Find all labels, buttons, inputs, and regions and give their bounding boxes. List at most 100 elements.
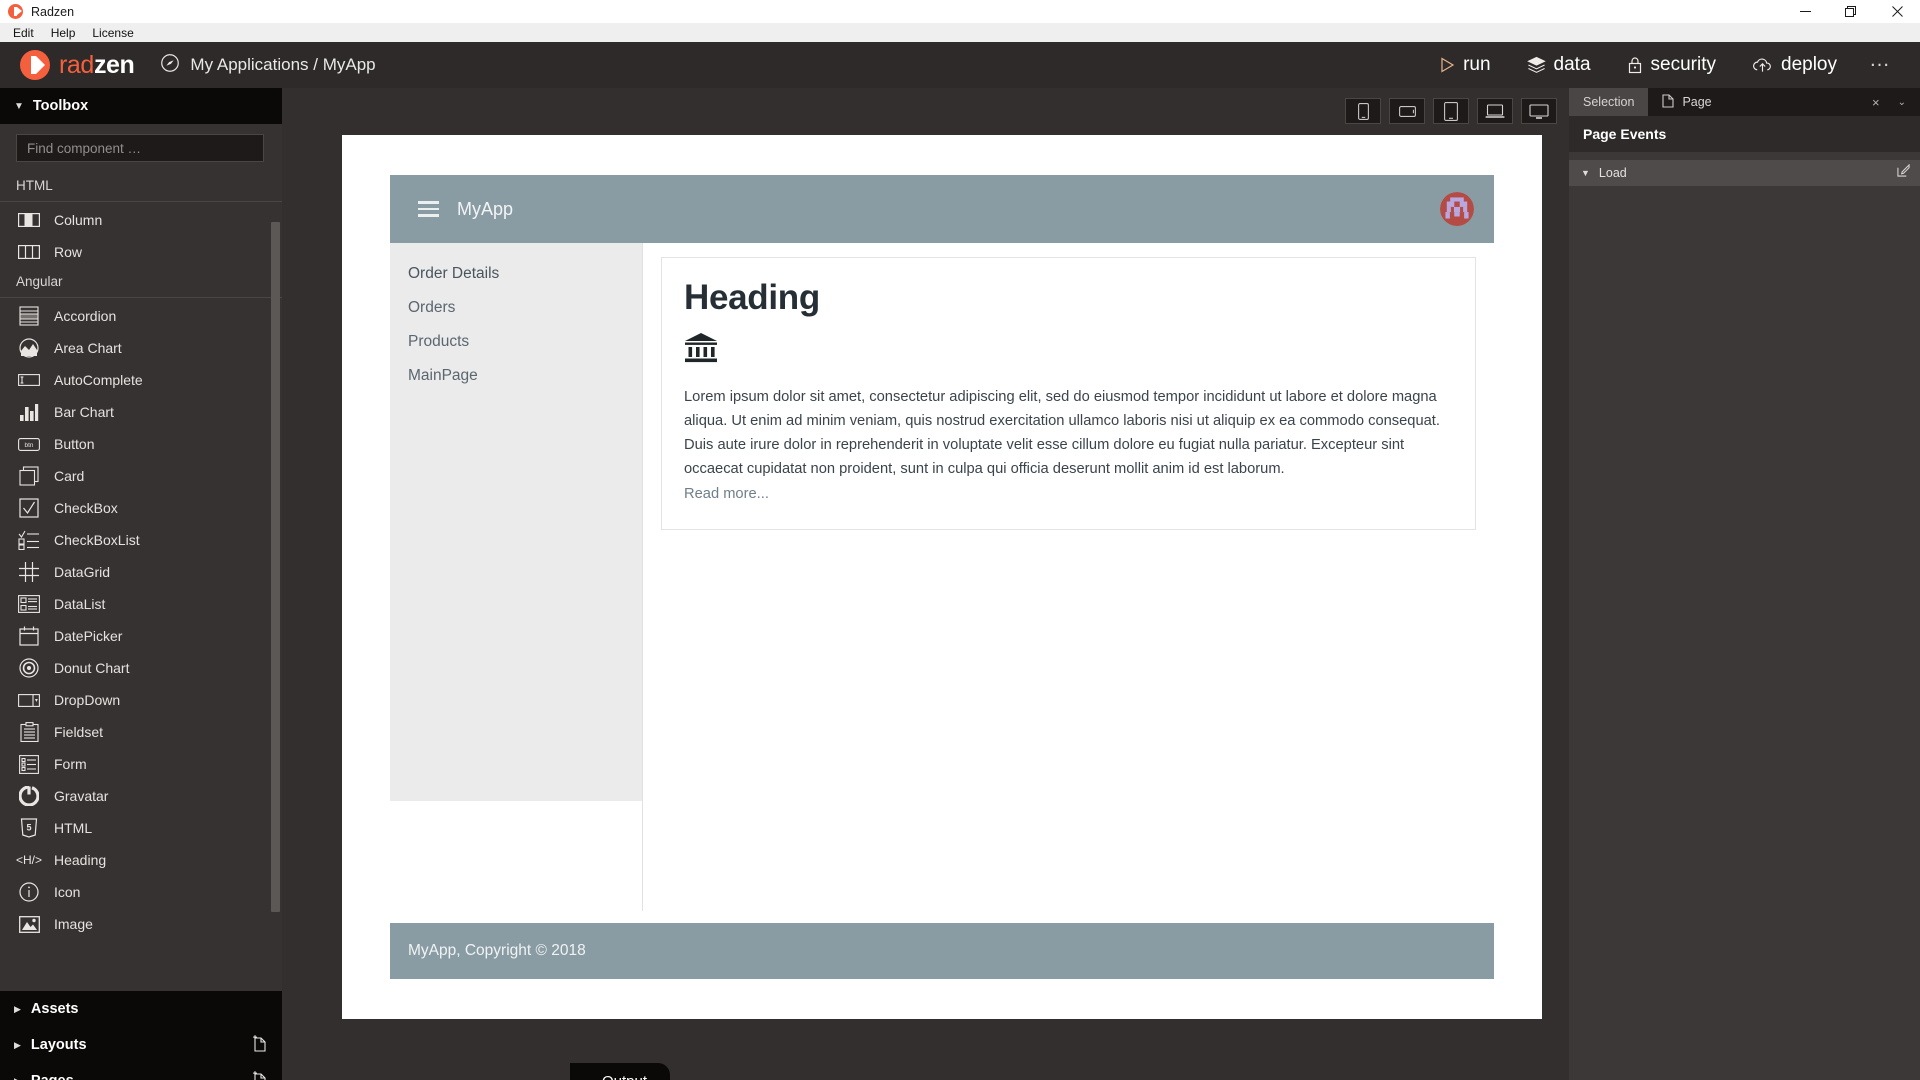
- nav-item-products[interactable]: Products: [390, 325, 642, 359]
- data-button[interactable]: data: [1509, 54, 1609, 76]
- device-laptop-button[interactable]: [1477, 98, 1513, 124]
- gravatar-icon: [17, 785, 41, 807]
- component-row[interactable]: Row: [0, 236, 282, 268]
- menu-item-help[interactable]: Help: [43, 24, 84, 42]
- component-autocomplete[interactable]: AutoComplete: [0, 364, 282, 396]
- component-checkboxlist[interactable]: CheckBoxList: [0, 524, 282, 556]
- output-panel-tab[interactable]: ︿ Output: [570, 1063, 670, 1080]
- component-label: CheckBox: [54, 500, 118, 516]
- component-button[interactable]: btn Button: [0, 428, 282, 460]
- toolbox-header[interactable]: ▼ Toolbox: [0, 88, 282, 124]
- section-label: Assets: [30, 1001, 79, 1017]
- device-tablet-button[interactable]: [1433, 98, 1469, 124]
- toolbox-scrollbar[interactable]: [271, 222, 280, 912]
- component-donut-chart[interactable]: Donut Chart: [0, 652, 282, 684]
- overflow-menu-button[interactable]: …: [1855, 49, 1902, 75]
- component-label: DatePicker: [54, 628, 123, 644]
- preview-main: Heading Lorem ipsum dolor sit amet, cons…: [642, 243, 1494, 911]
- new-layout-icon[interactable]: [252, 1034, 268, 1057]
- menu-item-license[interactable]: License: [84, 24, 141, 42]
- device-phone-landscape-button[interactable]: [1389, 98, 1425, 124]
- component-label: DropDown: [54, 692, 121, 708]
- component-bar-chart[interactable]: Bar Chart: [0, 396, 282, 428]
- wordmark-zen: zen: [93, 50, 135, 79]
- sidebar-section-pages[interactable]: ▶ Pages: [0, 1063, 282, 1080]
- gravatar-identicon-avatar[interactable]: [1440, 192, 1474, 226]
- menu-item-edit[interactable]: Edit: [5, 24, 42, 42]
- form-icon: [17, 753, 41, 775]
- chevron-right-icon: ▶: [14, 1076, 21, 1080]
- app-preview-frame: MyApp Order Details Orders Products Main…: [342, 135, 1542, 1019]
- button-icon: btn: [17, 433, 41, 455]
- window-controls: [1782, 0, 1920, 23]
- chevron-down-icon: ▼: [14, 100, 24, 112]
- content-card[interactable]: Heading Lorem ipsum dolor sit amet, cons…: [661, 257, 1476, 531]
- new-page-icon[interactable]: [252, 1070, 268, 1080]
- close-icon[interactable]: [1874, 0, 1920, 23]
- toolbox-scroll-area: HTML Column Row Angular Accordion Area C…: [0, 172, 282, 991]
- breadcrumb[interactable]: My Applications / MyApp: [159, 52, 376, 79]
- component-heading[interactable]: <H/> Heading: [0, 844, 282, 876]
- sidebar-section-assets[interactable]: ▶ Assets: [0, 991, 282, 1027]
- component-label: Icon: [54, 884, 81, 900]
- tab-label: Selection: [1583, 95, 1635, 109]
- tab-selection[interactable]: Selection: [1569, 88, 1648, 116]
- component-datepicker[interactable]: DatePicker: [0, 620, 282, 652]
- datalist-icon: [17, 593, 41, 615]
- area-chart-icon: [17, 337, 41, 359]
- tab-page[interactable]: Page × ⌄: [1648, 88, 1920, 116]
- close-icon[interactable]: ×: [1872, 95, 1880, 110]
- data-label: data: [1553, 54, 1591, 75]
- device-phone-portrait-button[interactable]: [1345, 98, 1381, 124]
- section-label: Layouts: [30, 1037, 87, 1053]
- component-column[interactable]: Column: [0, 204, 282, 236]
- event-row-load[interactable]: ▼ Load: [1569, 160, 1920, 186]
- component-label: Donut Chart: [54, 660, 130, 676]
- nav-item-orders[interactable]: Orders: [390, 291, 642, 325]
- event-label: Load: [1598, 166, 1627, 180]
- radzen-app-icon: [8, 4, 23, 19]
- panel-empty-area: [1569, 186, 1920, 1080]
- sidebar-section-layouts[interactable]: ▶ Layouts: [0, 1027, 282, 1063]
- component-datagrid[interactable]: DataGrid: [0, 556, 282, 588]
- hamburger-icon[interactable]: [418, 201, 439, 217]
- preview-header: MyApp: [390, 175, 1494, 243]
- nav-item-mainpage[interactable]: MainPage: [390, 359, 642, 393]
- chevron-up-icon: ︿: [582, 1073, 593, 1080]
- search-input[interactable]: [16, 134, 264, 162]
- minimize-icon[interactable]: [1782, 0, 1828, 23]
- component-gravatar[interactable]: Gravatar: [0, 780, 282, 812]
- info-circle-icon: [17, 881, 41, 903]
- account-balance-icon: [684, 332, 1453, 369]
- radzen-brand[interactable]: radzen: [20, 50, 135, 80]
- heading-icon: <H/>: [16, 853, 43, 867]
- chevron-down-icon[interactable]: ▼: [1581, 168, 1590, 178]
- toolbox-sidebar: ▼ Toolbox HTML Column: [0, 88, 282, 1080]
- maximize-icon[interactable]: [1828, 0, 1874, 23]
- component-accordion[interactable]: Accordion: [0, 300, 282, 332]
- sidebar-sections: ▶ Assets ▶ Layouts ▶ Pages: [0, 991, 282, 1080]
- component-area-chart[interactable]: Area Chart: [0, 332, 282, 364]
- run-button[interactable]: run: [1422, 54, 1508, 76]
- preview-nav: Order Details Orders Products MainPage: [390, 243, 642, 801]
- security-button[interactable]: security: [1609, 54, 1734, 76]
- deploy-button[interactable]: deploy: [1734, 54, 1855, 76]
- component-label: Card: [54, 468, 85, 484]
- device-desktop-button[interactable]: [1521, 98, 1557, 124]
- component-datalist[interactable]: DataList: [0, 588, 282, 620]
- edit-icon[interactable]: [1897, 163, 1910, 182]
- properties-tabs: Selection Page × ⌄: [1569, 88, 1920, 116]
- component-card[interactable]: Card: [0, 460, 282, 492]
- component-dropdown[interactable]: DropDown: [0, 684, 282, 716]
- read-more-link[interactable]: Read more...: [684, 486, 769, 502]
- component-checkbox[interactable]: CheckBox: [0, 492, 282, 524]
- component-icon[interactable]: Icon: [0, 876, 282, 908]
- chevron-down-icon[interactable]: ⌄: [1898, 97, 1906, 108]
- component-form[interactable]: Form: [0, 748, 282, 780]
- component-image[interactable]: Image: [0, 908, 282, 940]
- nav-item-order-details[interactable]: Order Details: [390, 257, 642, 291]
- component-html[interactable]: 5 HTML: [0, 812, 282, 844]
- component-fieldset[interactable]: Fieldset: [0, 716, 282, 748]
- component-label: Column: [54, 212, 103, 228]
- component-label: Button: [54, 436, 95, 452]
